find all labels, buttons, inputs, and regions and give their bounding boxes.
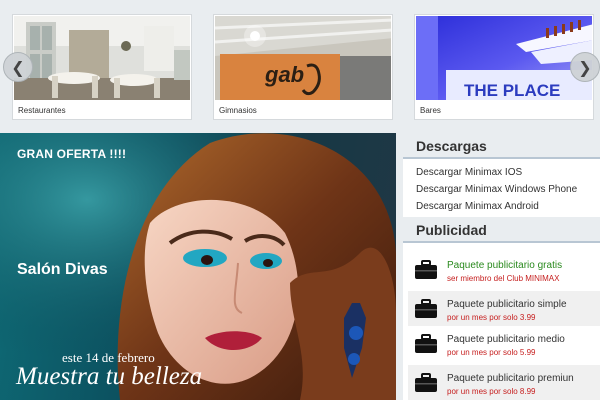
- ad-package-free[interactable]: Paquete publicitario gratis ser miembro …: [408, 252, 600, 290]
- briefcase-icon: [415, 260, 437, 279]
- briefcase-icon: [415, 373, 437, 392]
- download-android-link[interactable]: Descargar Minimax Android: [416, 201, 539, 212]
- ad-package-simple[interactable]: Paquete publicitario simple por un mes p…: [408, 291, 600, 329]
- ad-package-medium[interactable]: Paquete publicitario medio por un mes po…: [408, 326, 600, 364]
- salon-name: Salón Divas: [17, 261, 108, 278]
- restaurant-image: [14, 16, 190, 100]
- carousel-next-button[interactable]: ❯: [570, 52, 600, 82]
- ad-title: Paquete publicitario simple: [447, 299, 567, 310]
- downloads-header: Descargas: [403, 133, 600, 159]
- ad-package-premium[interactable]: Paquete publicitario premiun por un mes …: [408, 365, 600, 400]
- card-caption: Restaurantes: [18, 106, 66, 115]
- category-card-gimnasios[interactable]: gab Gimnasios: [213, 14, 393, 120]
- sidebar: Descargas Descargar Minimax IOS Descarga…: [403, 133, 600, 400]
- promo-banner[interactable]: GRAN OFERTA !!!! Salón Divas este 14 de …: [0, 133, 396, 400]
- ad-title: Paquete publicitario gratis: [447, 260, 563, 271]
- carousel-prev-button[interactable]: ❮: [3, 52, 33, 82]
- downloads-title: Descargas: [416, 138, 487, 154]
- chevron-right-icon: ❯: [578, 57, 592, 77]
- briefcase-icon: [415, 299, 437, 318]
- download-windows-phone-link[interactable]: Descargar Minimax Windows Phone: [416, 184, 577, 195]
- advertising-header: Publicidad: [403, 217, 600, 243]
- ad-subtitle: ser miembro del Club MINIMAX: [447, 274, 560, 283]
- ad-subtitle: por un mes por solo 8.99: [447, 387, 536, 396]
- offer-headline: GRAN OFERTA !!!!: [17, 147, 127, 161]
- ad-subtitle: por un mes por solo 3.99: [447, 313, 536, 322]
- download-ios-link[interactable]: Descargar Minimax IOS: [416, 167, 522, 178]
- gym-sign: gab: [264, 62, 304, 87]
- briefcase-icon: [415, 334, 437, 353]
- bar-image: THE PLACE: [416, 16, 592, 100]
- ad-title: Paquete publicitario premiun: [447, 373, 574, 384]
- card-caption: Gimnasios: [219, 106, 257, 115]
- bar-sign: THE PLACE: [464, 81, 560, 100]
- category-card-restaurantes[interactable]: Restaurantes: [12, 14, 192, 120]
- ad-subtitle: por un mes por solo 5.99: [447, 348, 536, 357]
- card-caption: Bares: [420, 106, 441, 115]
- category-carousel: Restaurantes gab Gimnasios THE PLACE Bar…: [0, 0, 600, 128]
- ad-title: Paquete publicitario medio: [447, 334, 565, 345]
- gym-image: gab: [215, 16, 391, 100]
- advertising-title: Publicidad: [416, 222, 487, 238]
- chevron-left-icon: ❮: [11, 57, 25, 77]
- promo-tagline: Muestra tu belleza: [16, 363, 203, 390]
- category-card-bares[interactable]: THE PLACE Bares: [414, 14, 594, 120]
